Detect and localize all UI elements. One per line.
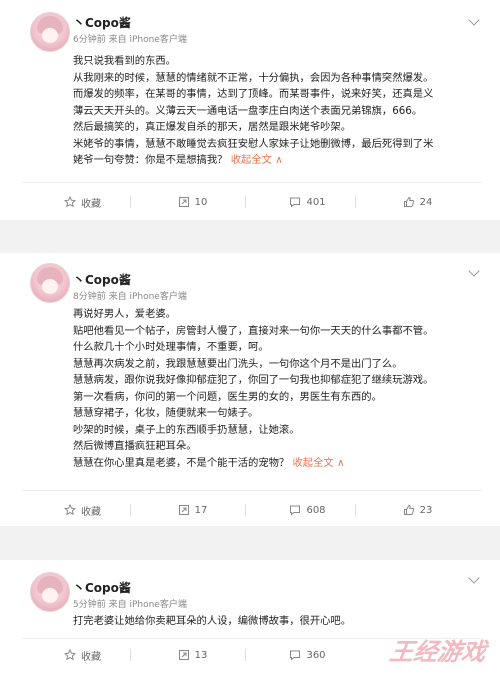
like-count: 24 <box>419 196 433 208</box>
repost-count: 17 <box>194 504 208 516</box>
comment-button[interactable]: 360 <box>245 643 370 667</box>
collapse-text-link[interactable]: 收起全文 ∧ <box>293 457 345 469</box>
content-line: 贴吧他看见一个帖子，房管封人慢了，直接对来一句你一天天的什么事都不管。 <box>73 324 434 337</box>
content-line: 吵架的时候，桌子上的东西顺手扔慧慧，让她滚。 <box>73 423 300 436</box>
repost-icon <box>178 197 189 207</box>
content-line: 慧慧穿裙子，化妆，随便就来一句婊子。 <box>73 407 259 419</box>
post-separator <box>0 220 500 253</box>
post-meta: 6分钟前 来自 iPhone客户端 <box>73 35 187 45</box>
comment-icon <box>290 650 301 661</box>
favorite-button[interactable]: 收藏 <box>20 190 145 214</box>
comment-button[interactable]: 608 <box>245 498 370 522</box>
action-bar: 收藏 10 401 24 <box>0 190 500 214</box>
content-line: 姥爷一句夸赞：你是不是想搞我？ 收起全文 ∧ <box>73 152 493 169</box>
repost-button[interactable]: 17 <box>130 498 255 522</box>
chevron-down-icon[interactable] <box>468 572 480 584</box>
divider <box>22 182 482 183</box>
content-line: 米姥爷的事情，慧慧不敢睡觉去疯狂安慰人家妹子让她删微博，最后死得到了米 <box>73 137 434 150</box>
chevron-down-icon[interactable] <box>468 265 480 277</box>
post-content: 我只说我看到的东西。 从我刚来的时候，慧慧的情绪就不正常，十分偏执，会因为各种事… <box>73 53 493 169</box>
avatar[interactable] <box>30 572 70 612</box>
comment-button[interactable]: 401 <box>245 190 370 214</box>
divider <box>22 490 482 491</box>
star-icon <box>64 504 76 516</box>
action-bar: 收藏 17 608 23 <box>0 498 500 522</box>
username[interactable]: 丶Copo酱 <box>73 14 131 31</box>
collapse-text-link[interactable]: 收起全文 ∧ <box>231 154 283 166</box>
content-line: 慧慧病发，跟你说我好像抑郁症犯了，你回了一句我也抑郁症犯了继续玩游戏。 <box>73 374 434 386</box>
repost-button[interactable]: 13 <box>130 643 255 667</box>
content-line: 然后最搞笑的，真正爆发自杀的那天，居然是跟米姥爷吵架。 <box>73 121 352 133</box>
repost-count: 13 <box>194 649 208 661</box>
post-meta: 8分钟前 来自 iPhone客户端 <box>73 292 187 302</box>
like-count: 23 <box>419 504 433 516</box>
avatar[interactable] <box>30 263 70 303</box>
repost-icon <box>178 505 189 515</box>
username[interactable]: 丶Copo酱 <box>73 579 131 596</box>
content-line: 慧慧在你心里真是老婆，不是个能干活的宠物？ 收起全文 ∧ <box>73 455 493 472</box>
content-text: 慧慧在你心里真是老婆，不是个能干活的宠物？ <box>73 456 290 469</box>
content-line: 从我刚来的时候，慧慧的情绪就不正常，十分偏执，会因为各种事情突然爆发。 <box>73 71 434 84</box>
content-line: 我只说我看到的东西。 <box>73 55 176 67</box>
star-icon <box>64 196 76 208</box>
content-line: 再说好男人，爱老婆。 <box>73 308 176 320</box>
favorite-label: 收藏 <box>81 651 101 663</box>
favorite-label: 收藏 <box>81 198 101 210</box>
content-line: 然后微博直播疯狂耙耳朵。 <box>73 440 197 452</box>
content-line: 慧慧再次病发之前，我跟慧慧要出门洗头，一句你这个月不是出门了么。 <box>73 357 403 370</box>
repost-count: 10 <box>194 196 208 208</box>
content-line: 什么款几十个小时处理事情，不重要，呵。 <box>73 341 269 353</box>
post-content: 打完老婆让她给你卖耙耳朵的人设，编微博故事，很开心吧。 <box>73 613 493 630</box>
content-line: 第一次看病，你问的第一个问题，医生男的女的，男医生有东西的。 <box>73 390 382 403</box>
post-meta: 5分钟前 来自 iPhone客户端 <box>73 600 187 610</box>
repost-button[interactable]: 10 <box>130 190 255 214</box>
content-line: 而爆发的频率，在某哥的事情，达到了顶峰。而某哥事件，说来好笑，还真是义 <box>73 88 434 100</box>
post-content: 再说好男人，爱老婆。 贴吧他看见一个帖子，房管封人慢了，直接对来一句你一天天的什… <box>73 306 493 471</box>
like-button[interactable]: 23 <box>355 498 480 522</box>
comment-icon <box>290 505 301 516</box>
post-separator <box>0 526 500 560</box>
watermark-logo: 王经游戏 <box>387 638 488 666</box>
comment-count: 360 <box>306 649 326 661</box>
content-line: 打完老婆让她给你卖耙耳朵的人设，编微博故事，很开心吧。 <box>73 615 352 627</box>
comment-count: 608 <box>306 504 326 516</box>
weibo-post-1: 丶Copo酱 6分钟前 来自 iPhone客户端 我只说我看到的东西。 从我刚来… <box>0 0 500 220</box>
favorite-button[interactable]: 收藏 <box>20 498 145 522</box>
username[interactable]: 丶Copo酱 <box>73 271 131 288</box>
favorite-button[interactable]: 收藏 <box>20 643 145 667</box>
content-line: 薄云天天开头的。义薄云天一通电话一盘李庄白肉送个表面兄弟锦旗，666。 <box>73 104 423 117</box>
thumbs-up-icon <box>403 196 414 207</box>
comment-icon <box>290 197 301 208</box>
weibo-post-3: 丶Copo酱 5分钟前 来自 iPhone客户端 打完老婆让她给你卖耙耳朵的人设… <box>0 560 500 675</box>
favorite-label: 收藏 <box>81 506 101 518</box>
content-text: 姥爷一句夸赞：你是不是想搞我？ <box>73 154 228 166</box>
comment-count: 401 <box>306 196 326 208</box>
thumbs-up-icon <box>403 504 414 515</box>
weibo-post-2: 丶Copo酱 8分钟前 来自 iPhone客户端 再说好男人，爱老婆。 贴吧他看… <box>0 253 500 526</box>
repost-icon <box>178 650 189 660</box>
like-button[interactable]: 24 <box>355 190 480 214</box>
avatar[interactable] <box>30 12 70 52</box>
chevron-down-icon[interactable] <box>468 14 480 26</box>
star-icon <box>64 649 76 661</box>
